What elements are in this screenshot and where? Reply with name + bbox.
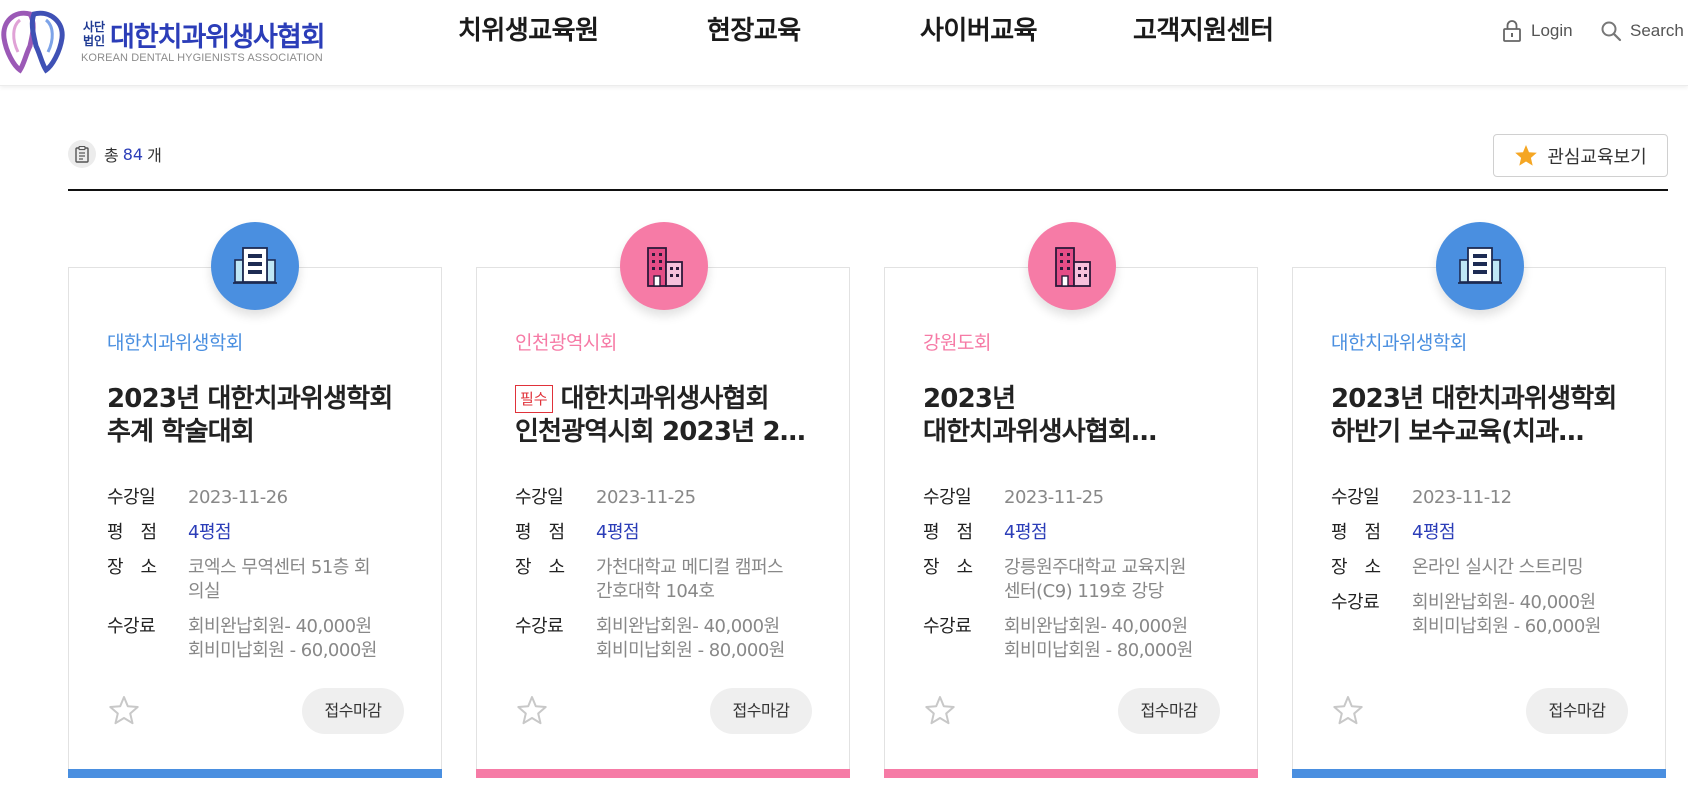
place-label: 장 소: [1331, 557, 1381, 578]
fee-value: 회비완납회원- 40,000원 회비미납회원 - 60,000원: [188, 616, 377, 661]
card-title-line: 2023년: [923, 384, 1016, 414]
card-color-bar: [1292, 769, 1666, 778]
favorite-star-icon[interactable]: [1331, 694, 1365, 728]
fee-label: 수강료: [1331, 592, 1380, 613]
card-title-line: 대한치과위생사협회…: [923, 417, 1157, 447]
logo-name: 대한치과위생사협회: [110, 22, 326, 53]
card-title-line: 하반기 보수교육(치과…: [1331, 417, 1584, 447]
total-suffix: 개: [147, 146, 162, 165]
total-prefix: 총: [104, 146, 119, 165]
card-title[interactable]: 필수 대한치과위생사협회 인천광역시회 2023년 2…: [515, 383, 825, 449]
card-organization: 강원도회: [923, 332, 991, 354]
date-label: 수강일: [515, 487, 564, 508]
rating-label: 평 점: [923, 522, 973, 543]
clipboard-icon: [68, 140, 96, 168]
nav-item-education-center[interactable]: 치위생교육원: [458, 0, 599, 62]
fee-label: 수강료: [515, 616, 564, 637]
date-value: 2023-11-25: [1004, 487, 1104, 508]
place-label: 장 소: [107, 557, 157, 578]
place-label: 장 소: [515, 557, 565, 578]
card-title-line: 2023년 대한치과위생학회: [107, 384, 393, 414]
card-organization: 대한치과위생학회: [107, 332, 243, 354]
lock-icon: [1503, 20, 1521, 42]
site-logo[interactable]: 사단 법인 대한치과위생사협회 KOREAN DENTAL HYGIENISTS…: [0, 4, 345, 76]
card-title[interactable]: 2023년 대한치과위생사협회…: [923, 383, 1233, 449]
course-card[interactable]: 대한치과위생학회 2023년 대한치과위생학회 하반기 보수교육(치과… 수강일…: [1292, 267, 1666, 778]
nav-item-customer-support[interactable]: 고객지원센터: [1133, 0, 1274, 62]
rating-label: 평 점: [1331, 522, 1381, 543]
place-value: 코엑스 무역센터 51층 회 의실: [188, 557, 371, 602]
list-divider: [68, 189, 1668, 191]
card-title[interactable]: 2023년 대한치과위생학회 추계 학술대회: [107, 383, 417, 449]
fee-label: 수강료: [923, 616, 972, 637]
logo-subtitle: KOREAN DENTAL HYGIENISTS ASSOCIATION: [81, 52, 323, 64]
course-card[interactable]: 강원도회 2023년 대한치과위생사협회… 수강일 2023-11-25 평 점 4…: [884, 267, 1258, 778]
date-value: 2023-11-25: [596, 487, 696, 508]
logo-mark-icon: [1, 10, 65, 74]
nav-item-field-education[interactable]: 현장교육: [707, 0, 801, 62]
card-info: 수강일 2023-11-12 평 점 4평점 장 소 온라인 실시간 스트리밍 수강료…: [1331, 486, 1641, 650]
place-value: 강릉원주대학교 교육지원 센터(C9) 119호 강당: [1004, 557, 1186, 602]
search-link[interactable]: Search: [1600, 16, 1684, 46]
search-label: Search: [1630, 21, 1684, 40]
registration-closed-button[interactable]: 접수마감: [710, 688, 812, 734]
date-label: 수강일: [107, 487, 156, 508]
rating-value: 4평점: [1412, 522, 1456, 543]
date-value: 2023-11-26: [188, 487, 288, 508]
favorite-star-icon[interactable]: [107, 694, 141, 728]
card-organization: 인천광역시회: [515, 332, 617, 354]
card-title[interactable]: 2023년 대한치과위생학회 하반기 보수교육(치과…: [1331, 383, 1641, 449]
date-label: 수강일: [923, 487, 972, 508]
office-building-icon: [1436, 222, 1524, 310]
place-label: 장 소: [923, 557, 973, 578]
card-title-line: 인천광역시회 2023년 2…: [515, 417, 806, 447]
fee-value: 회비완납회원- 40,000원 회비미납회원 - 60,000원: [1412, 592, 1601, 637]
site-header: 사단 법인 대한치과위생사협회 KOREAN DENTAL HYGIENISTS…: [0, 0, 1688, 86]
registration-closed-button[interactable]: 접수마감: [1526, 688, 1628, 734]
card-title-line: 추계 학술대회: [107, 417, 255, 447]
card-color-bar: [476, 769, 850, 778]
star-filled-icon: [1515, 145, 1538, 166]
fee-value: 회비완납회원- 40,000원 회비미납회원 - 80,000원: [596, 616, 785, 661]
card-color-bar: [884, 769, 1258, 778]
search-icon: [1601, 21, 1622, 42]
fee-value: 회비완납회원- 40,000원 회비미납회원 - 80,000원: [1004, 616, 1193, 661]
card-organization: 대한치과위생학회: [1331, 332, 1467, 354]
course-card[interactable]: 대한치과위생학회 2023년 대한치과위생학회 추계 학술대회 수강일 2023-…: [68, 267, 442, 778]
card-info: 수강일 2023-11-26 평 점 4평점 장 소 코엑스 무역센터 51층 회 의실…: [107, 486, 417, 674]
registration-closed-button[interactable]: 접수마감: [1118, 688, 1220, 734]
city-buildings-icon: [620, 222, 708, 310]
login-link[interactable]: Login: [1501, 16, 1573, 46]
card-info: 수강일 2023-11-25 평 점 4평점 장 소 강릉원주대학교 교육지원 센터(C…: [923, 486, 1233, 674]
card-title-line: 2023년 대한치과위생학회: [1331, 384, 1617, 414]
favorite-star-icon[interactable]: [923, 694, 957, 728]
rating-label: 평 점: [515, 522, 565, 543]
rating-value: 4평점: [188, 522, 232, 543]
logo-prefix: 사단 법인: [82, 20, 106, 48]
place-value: 가천대학교 메디컬 캠퍼스 간호대학 104호: [596, 557, 784, 602]
date-label: 수강일: [1331, 487, 1380, 508]
fee-label: 수강료: [107, 616, 156, 637]
place-value: 온라인 실시간 스트리밍: [1412, 557, 1584, 578]
office-building-icon: [211, 222, 299, 310]
card-color-bar: [68, 769, 442, 778]
card-title-line: 필수 대한치과위생사협회: [515, 383, 825, 416]
city-buildings-icon: [1028, 222, 1116, 310]
rating-value: 4평점: [596, 522, 640, 543]
nav-item-cyber-education[interactable]: 사이버교육: [920, 0, 1038, 62]
login-label: Login: [1531, 21, 1573, 40]
favorite-education-label: 관심교육보기: [1547, 146, 1647, 168]
registration-closed-button[interactable]: 접수마감: [302, 688, 404, 734]
total-count: 총 84 개: [68, 140, 162, 168]
favorite-star-icon[interactable]: [515, 694, 549, 728]
favorite-education-button[interactable]: 관심교육보기: [1493, 134, 1668, 177]
course-card[interactable]: 인천광역시회 필수 대한치과위생사협회 인천광역시회 2023년 2… 수강일 20…: [476, 267, 850, 778]
rating-label: 평 점: [107, 522, 157, 543]
required-tag: 필수: [515, 385, 553, 413]
card-info: 수강일 2023-11-25 평 점 4평점 장 소 가천대학교 메디컬 캠퍼스 간호대…: [515, 486, 825, 674]
rating-value: 4평점: [1004, 522, 1048, 543]
total-number: 84: [122, 144, 144, 164]
date-value: 2023-11-12: [1412, 487, 1512, 508]
